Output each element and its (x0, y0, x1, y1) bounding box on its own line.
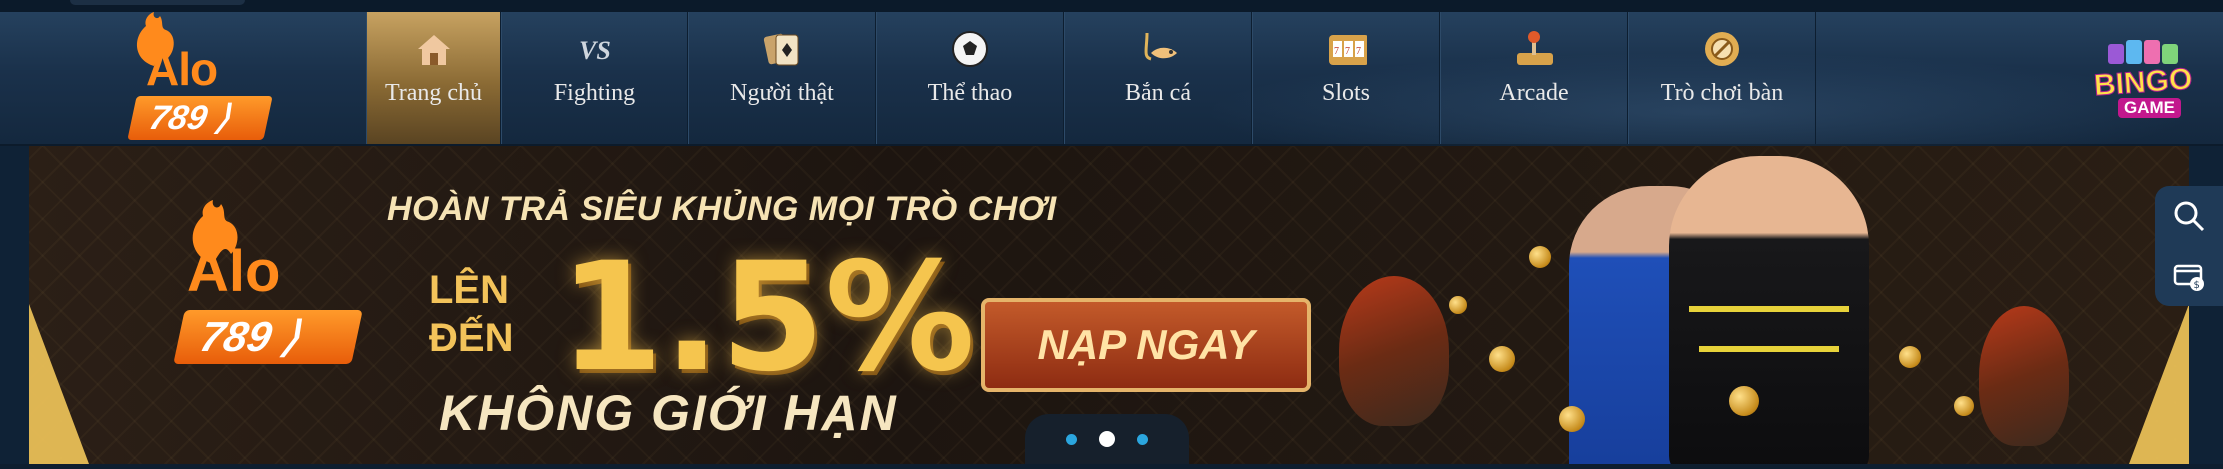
gold-coin (1899, 346, 1921, 368)
joystick-icon (1513, 28, 1555, 70)
nav-item-live-casino[interactable]: Người thật (688, 12, 876, 144)
home-icon (413, 28, 455, 70)
soccer-ball-icon (949, 28, 991, 70)
banner-logo-arrow-icon: ⟩ (277, 313, 305, 360)
playing-cards-icon (761, 28, 803, 70)
slot-machine-icon: 777 (1325, 28, 1367, 70)
fish-hook-icon (1137, 28, 1179, 70)
logo-text-alo: Alo (146, 43, 218, 95)
svg-text:7: 7 (1345, 46, 1350, 57)
nav-item-home[interactable]: Trang chủ (366, 12, 501, 144)
bingo-subtitle: GAME (2118, 98, 2181, 118)
carousel-dot-3[interactable] (1137, 433, 1148, 445)
promo-no-limit: KHÔNG GIỚI HẠN (439, 385, 898, 441)
nav-label-arcade: Arcade (1499, 80, 1569, 106)
nav-label-sports: Thể thao (927, 80, 1013, 106)
gold-coin (1559, 406, 1585, 432)
logo-arrow-icon: ⟩ (212, 99, 234, 137)
carousel-dot-1[interactable] (1066, 433, 1077, 445)
poker-chip-icon (1701, 28, 1743, 70)
promo-banner[interactable]: Alo 789 ⟩ HOÀN TRẢ SIÊU KHỦNG MỌI TRÒ CH… (29, 146, 2189, 464)
main-nav: Trang chủ VS Fighting Người thật Thể tha… (366, 12, 1816, 144)
banner-logo-number-badge: 789 ⟩ (173, 310, 363, 364)
gold-coin (1954, 396, 1974, 416)
promo-headline: HOÀN TRẢ SIÊU KHỦNG MỌI TRÒ CHƠI (387, 190, 1057, 228)
svg-text:7: 7 (1334, 46, 1339, 57)
site-header: Alo 789 ⟩ Trang chủ VS Fighting Người th… (0, 12, 2223, 172)
carousel-pagination (1025, 414, 1189, 464)
versus-icon: VS (574, 28, 616, 70)
gold-coin (1489, 346, 1515, 372)
banner-gold-corner-right (2129, 304, 2189, 464)
logo-number-badge: 789 ⟩ (127, 96, 273, 140)
top-strip (0, 0, 2223, 12)
nav-label-slots: Slots (1321, 80, 1371, 106)
nav-item-fighting[interactable]: VS Fighting (501, 12, 688, 144)
search-icon (2174, 201, 2205, 232)
promo-percent: 1.5% (559, 231, 976, 405)
nav-item-arcade[interactable]: Arcade (1440, 12, 1628, 144)
deposit-now-button[interactable]: NẠP NGAY (981, 298, 1311, 392)
banner-logo-alo: Alo (187, 239, 281, 304)
promo-up-to: LÊN ĐẾN (429, 266, 513, 362)
svg-text:VS: VS (579, 36, 611, 65)
rooster-right-image (1979, 306, 2069, 446)
logo-number: 789 (145, 99, 211, 137)
nav-item-table-games[interactable]: Trò chơi bàn (1628, 12, 1816, 144)
banner-gold-corner-left (29, 304, 89, 464)
side-search-button[interactable] (2169, 196, 2209, 236)
player-black-image (1669, 156, 1869, 464)
banner-logo: Alo 789 ⟩ (173, 198, 379, 398)
nav-label-fishing: Bắn cá (1125, 80, 1191, 106)
bingo-game-button[interactable]: BINGO GAME (2090, 36, 2200, 126)
gold-coin (1529, 246, 1551, 268)
nav-item-fishing[interactable]: Bắn cá (1064, 12, 1252, 144)
wallet-icon: $ (2173, 264, 2204, 291)
svg-text:7: 7 (1356, 46, 1361, 57)
nav-item-slots[interactable]: 777 Slots (1252, 12, 1440, 144)
jersey-stripe (1699, 346, 1839, 352)
gold-coin (1729, 386, 1759, 416)
nav-label-table-games: Trò chơi bàn (1660, 80, 1784, 106)
rooster-left-image (1339, 276, 1449, 426)
bottom-bar (0, 464, 2223, 469)
side-wallet-button[interactable]: $ (2169, 256, 2209, 296)
carousel-dot-2[interactable] (1099, 431, 1115, 447)
promo-den: ĐẾN (429, 316, 514, 360)
gold-coin (1449, 296, 1467, 314)
promo-len: LÊN (429, 268, 509, 312)
svg-text:$: $ (2194, 280, 2200, 291)
nav-label-fighting: Fighting (553, 80, 636, 106)
site-logo[interactable]: Alo 789 ⟩ (118, 4, 278, 154)
nav-label-live-casino: Người thật (730, 80, 834, 106)
banner-logo-number: 789 (196, 313, 277, 360)
nav-label-home: Trang chủ (384, 80, 483, 106)
nav-item-sports[interactable]: Thể thao (876, 12, 1064, 144)
side-widget: $ (2155, 186, 2223, 306)
jersey-stripe (1689, 306, 1849, 312)
